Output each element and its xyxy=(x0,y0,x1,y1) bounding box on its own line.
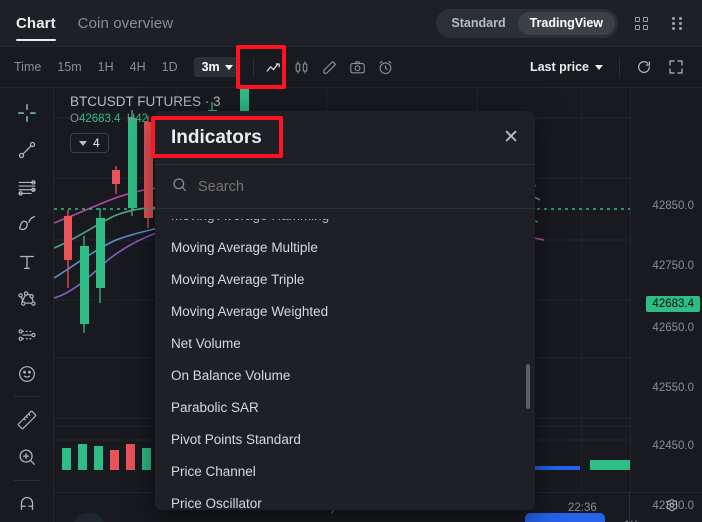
search-icon xyxy=(171,176,188,198)
tab-coin-overview[interactable]: Coin overview xyxy=(78,0,174,47)
search-input[interactable] xyxy=(198,178,519,195)
dialog-title: Indicators xyxy=(171,126,262,148)
text-icon[interactable] xyxy=(7,243,47,280)
list-item[interactable]: Moving Average Multiple xyxy=(155,231,535,263)
fullscreen-icon[interactable] xyxy=(662,53,690,81)
indicator-label: Moving Average Weighted xyxy=(171,303,329,319)
close-icon[interactable]: ✕ xyxy=(503,128,519,147)
indicator-list[interactable]: Moving Average Hamming Moving Average Mu… xyxy=(155,209,535,510)
indicator-label: Price Channel xyxy=(171,463,256,479)
last-price-label: Last price xyxy=(529,60,589,74)
candle-type-icon[interactable] xyxy=(288,53,316,81)
indicators-dialog[interactable]: Indicators ✕ Moving Average Hamming Movi… xyxy=(155,111,535,510)
emoji-icon[interactable] xyxy=(7,355,47,392)
price-tick: 42750.0 xyxy=(652,260,694,272)
tab-group: Chart Coin overview xyxy=(0,0,173,47)
timeframe-1h[interactable]: 1H xyxy=(98,60,114,74)
list-item[interactable]: Moving Average Weighted xyxy=(155,295,535,327)
camera-icon[interactable] xyxy=(344,53,372,81)
trend-line-icon[interactable] xyxy=(7,131,47,168)
toolbar-divider xyxy=(252,58,254,76)
view-toggle-standard[interactable]: Standard xyxy=(439,12,517,35)
refresh-icon[interactable] xyxy=(630,53,658,81)
chevron-down-icon xyxy=(224,64,233,70)
list-item[interactable]: Price Channel xyxy=(155,455,535,487)
position-badge[interactable]: osition × xyxy=(525,513,605,522)
indicator-label: Parabolic SAR xyxy=(171,399,259,415)
time-tick: 22:36 xyxy=(568,501,597,514)
rail-divider-2 xyxy=(13,479,40,481)
horizontal-lines-icon[interactable] xyxy=(7,169,47,206)
magnet-icon[interactable] xyxy=(7,485,47,522)
chart-toolbar-right: Last price xyxy=(530,53,702,81)
top-bar-controls: Standard TradingView xyxy=(436,8,702,38)
list-item[interactable]: Net Volume xyxy=(155,327,535,359)
indicator-label: Price Oscillator xyxy=(171,495,262,511)
trading-app: Chart Coin overview Standard TradingView xyxy=(0,0,702,522)
indicator-label: On Balance Volume xyxy=(171,367,291,383)
crosshair-icon[interactable] xyxy=(7,94,47,131)
list-item[interactable]: On Balance Volume xyxy=(155,359,535,391)
top-bar: Chart Coin overview Standard TradingView xyxy=(0,0,702,47)
tab-chart-label: Chart xyxy=(16,14,56,32)
chart-ohlc: O42683.4 H42 xyxy=(70,113,149,125)
indicator-label: Moving Average Multiple xyxy=(171,239,318,255)
dialog-search-row[interactable] xyxy=(155,165,535,209)
indicator-label: Moving Average Triple xyxy=(171,271,305,287)
dialog-scrollbar[interactable] xyxy=(526,364,530,409)
price-axis[interactable]: 42850.0 42750.0 42683.4 42650.0 42550.0 … xyxy=(630,88,702,512)
timeframe-15m[interactable]: 15m xyxy=(57,60,81,74)
chart-toolbar: Time 15m 1H 4H 1D 3m Last price xyxy=(0,47,702,88)
chart-symbol: BTCUSDT FUTURES · 3 xyxy=(70,94,221,109)
drawing-toolbar xyxy=(0,88,54,522)
alarm-icon[interactable] xyxy=(372,53,400,81)
price-tick: 42850.0 xyxy=(652,200,694,212)
grid-layout-icon[interactable] xyxy=(628,10,654,36)
tab-chart[interactable]: Chart xyxy=(16,0,56,47)
list-item[interactable]: Moving Average Triple xyxy=(155,263,535,295)
tab-coin-overview-label: Coin overview xyxy=(77,14,174,32)
indicator-label: Pivot Points Standard xyxy=(171,431,301,447)
brush-icon[interactable] xyxy=(7,206,47,243)
toolbar-time-label: Time xyxy=(14,60,42,74)
pattern-icon[interactable] xyxy=(7,280,47,317)
view-toggle-tradingview-label: TradingView xyxy=(529,16,603,30)
chevron-down-icon xyxy=(79,140,87,146)
view-toggle-tradingview[interactable]: TradingView xyxy=(517,11,615,35)
indicator-legend-count: 4 xyxy=(93,136,100,150)
rail-divider-1 xyxy=(13,396,40,398)
price-tick: 42550.0 xyxy=(652,382,694,394)
list-item[interactable]: Pivot Points Standard xyxy=(155,423,535,455)
price-tick: 42650.0 xyxy=(652,322,694,334)
draw-pencil-icon[interactable] xyxy=(316,53,344,81)
ruler-icon[interactable] xyxy=(7,401,47,438)
indicators-icon[interactable] xyxy=(260,53,288,81)
ohlc-open: 42683.4 xyxy=(78,113,121,125)
drag-dots-icon[interactable] xyxy=(664,10,690,36)
list-item[interactable]: Price Oscillator xyxy=(155,487,535,511)
list-top-clip xyxy=(155,209,535,219)
dialog-header: Indicators ✕ xyxy=(155,111,535,165)
chart-settings-gear-icon[interactable] xyxy=(664,497,680,518)
last-price-selector[interactable]: Last price xyxy=(530,60,603,74)
indicator-label: Net Volume xyxy=(171,335,241,351)
forecast-icon[interactable] xyxy=(7,318,47,355)
zoom-in-icon[interactable] xyxy=(7,439,47,476)
list-item[interactable]: Parabolic SAR xyxy=(155,391,535,423)
view-toggle-standard-label: Standard xyxy=(451,16,506,30)
view-toggle: Standard TradingView xyxy=(436,8,618,38)
timeframe-1d[interactable]: 1D xyxy=(162,60,178,74)
chevron-down-icon xyxy=(595,64,603,70)
timeframe-4h[interactable]: 4H xyxy=(130,60,146,74)
toolbar-divider-right xyxy=(619,58,620,76)
timeframe-selected-label: 3m xyxy=(201,60,220,74)
price-tick: 42450.0 xyxy=(652,440,694,452)
current-price-badge: 42683.4 xyxy=(646,296,700,312)
indicator-legend-toggle[interactable]: 4 xyxy=(70,133,109,153)
timeframe-selector-3m[interactable]: 3m xyxy=(193,57,239,77)
